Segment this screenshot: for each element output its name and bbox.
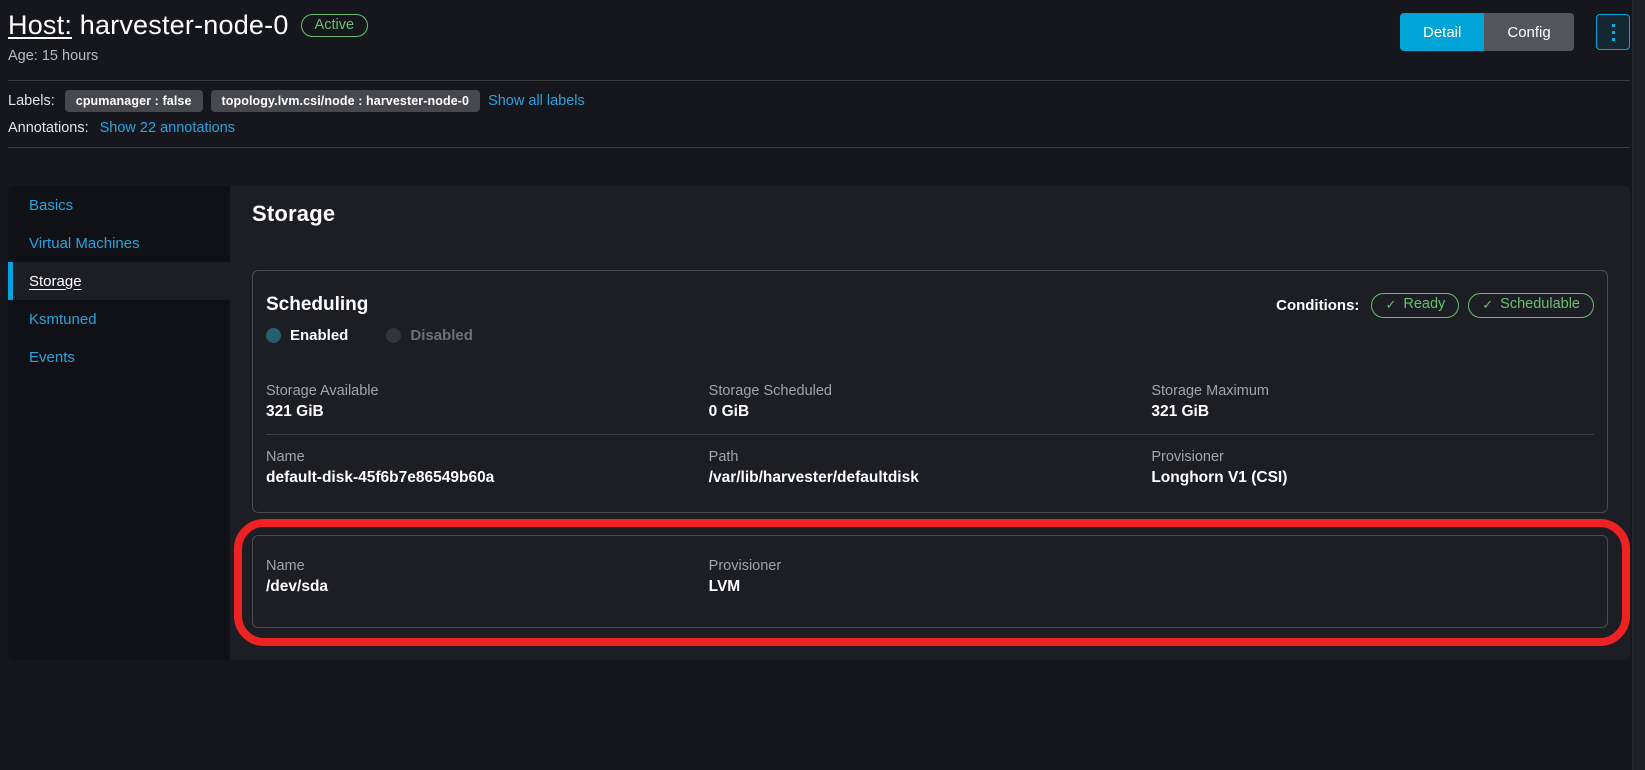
- annotations-row: Annotations: Show 22 annotations: [8, 120, 235, 136]
- tab-events[interactable]: Events: [8, 338, 230, 376]
- disk-provisioner-field: Provisioner Longhorn V1 (CSI): [1151, 449, 1594, 487]
- scheduling-title: Scheduling: [266, 294, 368, 316]
- scheduling-radio-group: Enabled Disabled: [266, 327, 473, 344]
- detail-tab-container: Basics Virtual Machines Storage Ksmtuned…: [8, 186, 1630, 660]
- labels-row: Labels: cpumanager : false topology.lvm.…: [8, 90, 585, 112]
- card-divider: [266, 434, 1594, 435]
- page-scrollbar[interactable]: [1632, 0, 1645, 770]
- condition-badge-schedulable: ✓Schedulable: [1468, 293, 1594, 318]
- storage-stats-row: Storage Available 321 GiB Storage Schedu…: [266, 383, 1594, 421]
- host-age: Age: 15 hours: [8, 48, 98, 64]
- header-divider: [8, 80, 1630, 81]
- scheduling-card-header: Scheduling Conditions: ✓Ready ✓Schedulab…: [266, 293, 1594, 318]
- stat-storage-maximum: Storage Maximum 321 GiB: [1151, 383, 1594, 421]
- radio-selected-icon: [266, 328, 281, 343]
- empty-cell: [1151, 558, 1594, 596]
- tab-ksmtuned[interactable]: Ksmtuned: [8, 300, 230, 338]
- view-toggle-group: Detail Config: [1400, 13, 1574, 51]
- scheduling-card: Scheduling Conditions: ✓Ready ✓Schedulab…: [252, 270, 1608, 513]
- radio-unselected-icon: [386, 328, 401, 343]
- conditions-label: Conditions:: [1276, 297, 1359, 314]
- actions-menu-button[interactable]: [1596, 14, 1630, 50]
- radio-enabled[interactable]: Enabled: [266, 327, 348, 344]
- kebab-dot-icon: [1612, 24, 1615, 27]
- condition-badge-ready: ✓Ready: [1371, 293, 1459, 318]
- lvm-disk-card: Name /dev/sda Provisioner LVM: [252, 535, 1608, 628]
- tab-basics[interactable]: Basics: [8, 186, 230, 224]
- conditions-group: Conditions: ✓Ready ✓Schedulable: [1276, 293, 1594, 318]
- check-icon: ✓: [1482, 298, 1493, 312]
- stat-storage-available: Storage Available 321 GiB: [266, 383, 709, 421]
- show-all-labels-link[interactable]: Show all labels: [488, 93, 585, 109]
- host-breadcrumb-link[interactable]: Host:: [8, 10, 72, 40]
- status-badge: Active: [301, 14, 369, 38]
- tab-virtual-machines[interactable]: Virtual Machines: [8, 224, 230, 262]
- radio-disabled[interactable]: Disabled: [386, 327, 473, 344]
- detail-button[interactable]: Detail: [1400, 13, 1484, 51]
- stat-storage-scheduled: Storage Scheduled 0 GiB: [709, 383, 1152, 421]
- show-annotations-link[interactable]: Show 22 annotations: [100, 120, 235, 136]
- disk-name-field: Name default-disk-45f6b7e86549b60a: [266, 449, 709, 487]
- host-name: harvester-node-0: [80, 10, 289, 40]
- tab-content: Storage Scheduling Conditions: ✓Ready ✓S…: [230, 186, 1630, 660]
- disk-provisioner-field: Provisioner LVM: [709, 558, 1152, 596]
- default-disk-row: Name default-disk-45f6b7e86549b60a Path …: [266, 449, 1594, 487]
- label-chip: topology.lvm.csi/node : harvester-node-0: [211, 90, 481, 112]
- lvm-disk-row: Name /dev/sda Provisioner LVM: [266, 558, 1594, 596]
- tab-sidebar: Basics Virtual Machines Storage Ksmtuned…: [8, 186, 230, 660]
- tab-storage[interactable]: Storage: [8, 262, 230, 300]
- section-divider: [8, 147, 1630, 148]
- page-header: Host: harvester-node-0 Active: [8, 10, 368, 41]
- storage-section-title: Storage: [252, 201, 335, 227]
- disk-name-field: Name /dev/sda: [266, 558, 709, 596]
- kebab-dot-icon: [1612, 38, 1615, 41]
- check-icon: ✓: [1385, 298, 1396, 312]
- kebab-dot-icon: [1612, 31, 1615, 34]
- disk-path-field: Path /var/lib/harvester/defaultdisk: [709, 449, 1152, 487]
- label-chip: cpumanager : false: [65, 90, 203, 112]
- config-button[interactable]: Config: [1484, 13, 1573, 51]
- labels-title: Labels:: [8, 93, 55, 109]
- page-title: Host: harvester-node-0: [8, 10, 289, 41]
- annotations-title: Annotations:: [8, 120, 89, 136]
